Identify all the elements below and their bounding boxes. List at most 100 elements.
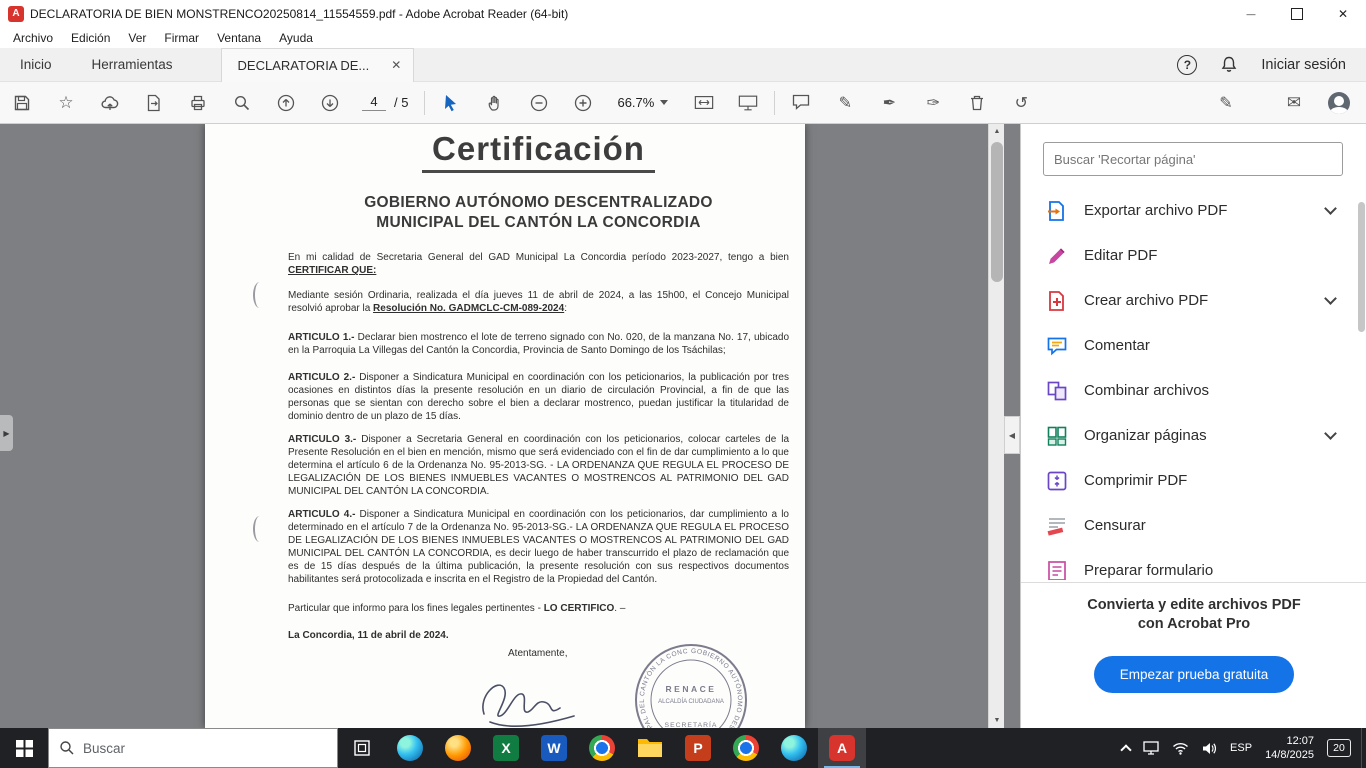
zoom-level-dropdown[interactable]: 66.7% bbox=[617, 95, 668, 110]
panel-scrollbar-thumb[interactable] bbox=[1358, 202, 1365, 332]
reading-mode-button[interactable] bbox=[738, 93, 758, 113]
taskbar-app-excel[interactable] bbox=[482, 728, 530, 768]
menu-ventana[interactable]: Ventana bbox=[208, 28, 270, 48]
next-page-button[interactable] bbox=[320, 93, 340, 113]
folder-icon bbox=[637, 737, 663, 759]
page-number-input[interactable]: 4 bbox=[362, 94, 386, 111]
menu-edicion[interactable]: Edición bbox=[62, 28, 119, 48]
menu-ver[interactable]: Ver bbox=[119, 28, 155, 48]
closing-emphasis: LO CERTIFICO bbox=[544, 603, 615, 614]
salutation: Atentamente, bbox=[508, 648, 567, 659]
tool-censurar[interactable]: Censurar bbox=[1021, 503, 1357, 548]
rotate-refresh-icon[interactable] bbox=[1011, 93, 1031, 113]
notifications-bell-icon[interactable] bbox=[1219, 55, 1239, 75]
intro-emphasis: CERTIFICAR QUE: bbox=[288, 265, 376, 276]
select-tool-button[interactable] bbox=[441, 93, 461, 113]
acrobat-logo-icon bbox=[8, 6, 24, 22]
prepare-form-icon bbox=[1045, 559, 1069, 581]
help-icon[interactable] bbox=[1177, 55, 1197, 75]
share-cloud-icon[interactable] bbox=[100, 93, 120, 113]
menu-firmar[interactable]: Firmar bbox=[155, 28, 208, 48]
tool-exportar-pdf[interactable]: Exportar archivo PDF bbox=[1021, 188, 1357, 233]
tool-comprimir-pdf[interactable]: Comprimir PDF bbox=[1021, 458, 1357, 503]
close-button[interactable] bbox=[1320, 0, 1366, 28]
compress-pdf-icon bbox=[1045, 469, 1069, 493]
chevron-down-icon[interactable] bbox=[1324, 292, 1337, 305]
taskbar-app-acrobat[interactable] bbox=[818, 728, 866, 768]
tool-combinar-archivos[interactable]: Combinar archivos bbox=[1021, 368, 1357, 413]
menu-archivo[interactable]: Archivo bbox=[4, 28, 62, 48]
taskbar-clock[interactable]: 12:07 14/8/2025 bbox=[1265, 734, 1314, 762]
document-scrollbar[interactable]: ▲ ▼ bbox=[988, 124, 1004, 728]
tab-document[interactable]: DECLARATORIA DE... bbox=[221, 48, 415, 82]
export-page-icon[interactable] bbox=[144, 93, 164, 113]
scroll-up-arrow-icon[interactable]: ▲ bbox=[989, 124, 1005, 139]
taskbar-app-edge[interactable] bbox=[386, 728, 434, 768]
save-button[interactable] bbox=[12, 93, 32, 113]
start-free-trial-button[interactable]: Empezar prueba gratuita bbox=[1094, 656, 1295, 693]
comment-icon bbox=[1045, 334, 1069, 358]
stamp-center-line-1: RENACE bbox=[666, 684, 717, 694]
taskbar-search-input[interactable] bbox=[83, 741, 303, 756]
volume-icon[interactable] bbox=[1202, 742, 1217, 755]
taskbar-app-powerpoint[interactable] bbox=[674, 728, 722, 768]
highlight-tool-icon[interactable] bbox=[835, 93, 855, 113]
sign-tool-icon[interactable] bbox=[879, 93, 899, 113]
sign-in-button[interactable]: Iniciar sesión bbox=[1261, 57, 1346, 73]
tab-close-icon[interactable] bbox=[391, 58, 401, 72]
taskbar-app-chrome-2[interactable] bbox=[722, 728, 770, 768]
favorites-star-icon[interactable] bbox=[56, 93, 76, 113]
taskbar-app-file-explorer[interactable] bbox=[626, 728, 674, 768]
system-tray: ESP 12:07 14/8/2025 20 bbox=[1122, 728, 1361, 768]
zoom-in-button[interactable] bbox=[573, 93, 593, 113]
tool-comentar[interactable]: Comentar bbox=[1021, 323, 1357, 368]
language-indicator[interactable]: ESP bbox=[1230, 742, 1252, 754]
tab-inicio[interactable]: Inicio bbox=[0, 48, 72, 82]
navigation-pane-toggle[interactable] bbox=[0, 415, 13, 451]
print-button[interactable] bbox=[188, 93, 208, 113]
chevron-down-icon[interactable] bbox=[1324, 427, 1337, 440]
tab-herramientas[interactable]: Herramientas bbox=[72, 48, 193, 82]
account-avatar-icon[interactable] bbox=[1328, 92, 1350, 114]
scrollbar-thumb[interactable] bbox=[991, 142, 1003, 282]
page-count-label: / 5 bbox=[394, 95, 408, 110]
tool-label: Combinar archivos bbox=[1084, 382, 1209, 399]
task-view-button[interactable] bbox=[338, 728, 386, 768]
tools-search-input[interactable] bbox=[1043, 142, 1343, 176]
display-icon[interactable] bbox=[1143, 741, 1159, 755]
zoom-out-button[interactable] bbox=[529, 93, 549, 113]
tool-organizar-paginas[interactable]: Organizar páginas bbox=[1021, 413, 1357, 458]
chevron-down-icon[interactable] bbox=[1324, 202, 1337, 215]
tools-panel-toggle[interactable] bbox=[1004, 416, 1020, 454]
maximize-button[interactable] bbox=[1274, 0, 1320, 28]
scroll-down-arrow-icon[interactable]: ▼ bbox=[989, 713, 1005, 728]
tool-preparar-formulario[interactable]: Preparar formulario bbox=[1021, 548, 1357, 580]
promo-text-line-1: Convierta y edite archivos PDF bbox=[1021, 596, 1366, 615]
panel-scrollbar[interactable] bbox=[1357, 124, 1366, 728]
panel-divider bbox=[1021, 582, 1366, 583]
wifi-icon[interactable] bbox=[1172, 742, 1189, 755]
taskbar-app-edge-2[interactable] bbox=[770, 728, 818, 768]
email-icon[interactable] bbox=[1284, 93, 1304, 113]
menu-ayuda[interactable]: Ayuda bbox=[270, 28, 322, 48]
hand-tool-button[interactable] bbox=[485, 93, 505, 113]
hidden-icons-chevron[interactable] bbox=[1120, 744, 1131, 755]
comment-bubble-icon[interactable] bbox=[791, 93, 811, 113]
fill-sign-tool-icon[interactable] bbox=[923, 93, 943, 113]
delete-pages-icon[interactable] bbox=[967, 93, 987, 113]
start-button[interactable] bbox=[0, 728, 48, 768]
notification-count-badge[interactable]: 20 bbox=[1327, 739, 1351, 757]
taskbar-app-firefox[interactable] bbox=[434, 728, 482, 768]
fit-width-button[interactable] bbox=[694, 93, 714, 113]
search-magnifier-icon[interactable] bbox=[232, 93, 252, 113]
taskbar-search[interactable] bbox=[48, 728, 338, 768]
taskbar-app-word[interactable] bbox=[530, 728, 578, 768]
send-for-signature-icon[interactable] bbox=[1216, 93, 1236, 113]
taskbar-app-chrome[interactable] bbox=[578, 728, 626, 768]
show-desktop-button[interactable] bbox=[1361, 728, 1366, 768]
previous-page-button[interactable] bbox=[276, 93, 296, 113]
tool-crear-pdf[interactable]: Crear archivo PDF bbox=[1021, 278, 1357, 323]
minimize-button[interactable] bbox=[1228, 0, 1274, 28]
tool-editar-pdf[interactable]: Editar PDF bbox=[1021, 233, 1357, 278]
document-viewer[interactable]: Certificación GOBIERNO AUTÓNOMO DESCENTR… bbox=[0, 124, 1020, 728]
